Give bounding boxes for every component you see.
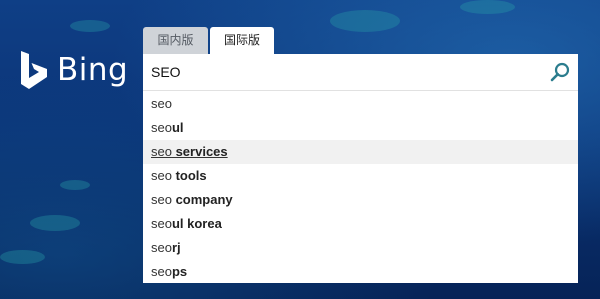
bing-logo-text: Bing [57,52,129,88]
suggestion-item[interactable]: seo [143,92,578,116]
suggestion-item[interactable]: seorj [143,236,578,260]
background-fish [460,0,515,14]
tab-international[interactable]: 国际版 [210,27,274,54]
suggestion-list: seo seoul seo services seo tools seo com… [143,90,578,283]
suggestion-prefix: seo [151,216,172,231]
watermark: 知乎 @赵慧燊 [473,264,572,282]
suggestion-prefix: seo [151,120,172,135]
suggestion-prefix: seo [151,264,172,279]
suggestion-item[interactable]: seoul [143,116,578,140]
bing-logo[interactable]: Bing [19,50,128,90]
suggestion-item-highlighted[interactable]: seo services [143,140,578,164]
suggestion-completion: ul korea [171,216,222,231]
bing-logo-icon [21,51,47,89]
background-fish [70,20,110,32]
suggestion-completion: services [171,144,228,159]
background-fish [330,10,400,32]
suggestion-completion: ps [171,264,188,279]
background-fish [30,215,80,231]
suggestion-item[interactable]: seo tools [143,164,578,188]
bing-homepage: Bing 国内版 国际版 seo seoul seo services seo … [0,0,600,299]
market-tabs: 国内版 国际版 [143,27,274,54]
suggestion-completion: rj [171,240,181,255]
tab-domestic[interactable]: 国内版 [143,27,208,54]
search-icon[interactable] [550,62,570,82]
suggestion-prefix: seo [151,240,172,255]
search-input[interactable] [151,54,531,90]
suggestion-item[interactable]: seo company [143,188,578,212]
suggestion-prefix: seo [151,144,172,159]
suggestion-prefix: seo [151,96,172,111]
suggestion-prefix: seo [151,168,172,183]
suggestion-item[interactable]: seoul korea [143,212,578,236]
background-fish [0,250,45,264]
suggestion-completion: company [171,192,233,207]
suggestion-completion: tools [171,168,207,183]
background-fish [60,180,90,190]
suggestion-completion: ul [171,120,184,135]
search-box [143,54,578,90]
suggestion-prefix: seo [151,192,172,207]
